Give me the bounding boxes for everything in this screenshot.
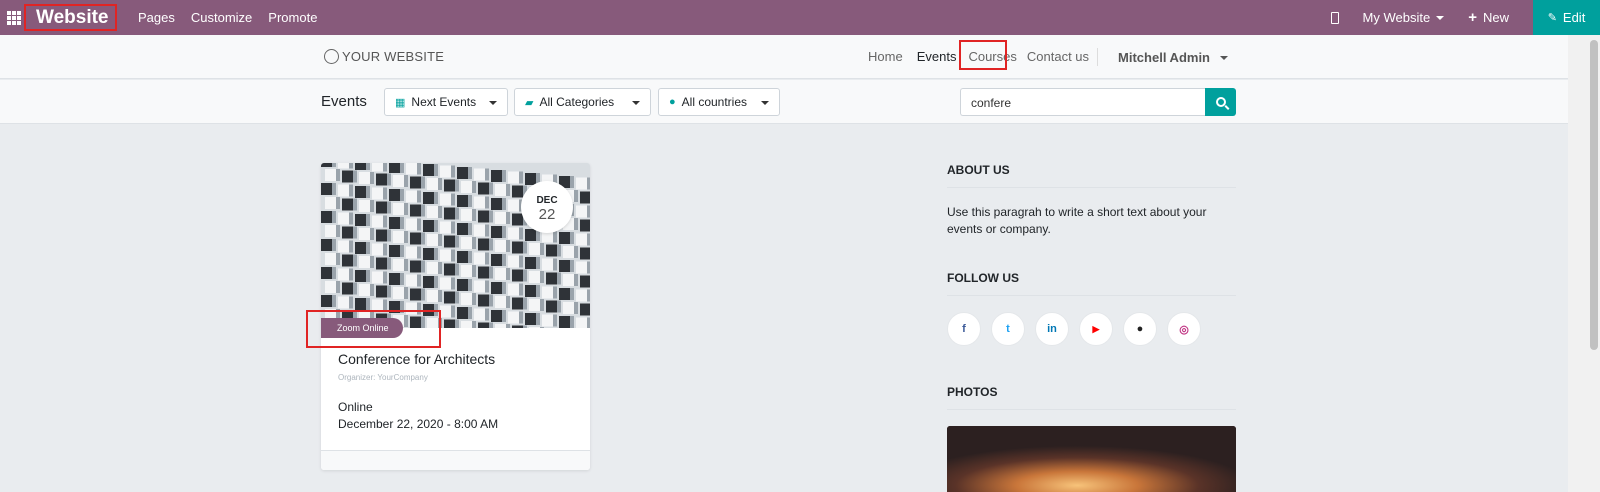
event-cover-image: DEC 22 (321, 163, 590, 328)
admin-topbar: Website Pages Customize Promote My Websi… (0, 0, 1600, 35)
social-links: f t in ▶ ● ◎ (947, 312, 1211, 346)
edit-label: Edit (1562, 10, 1586, 25)
nav-contact[interactable]: Contact us (1027, 49, 1089, 66)
event-month: DEC (536, 195, 558, 206)
logo-text: YOUR WEBSITE (342, 49, 445, 64)
user-name: Mitchell Admin (1118, 50, 1210, 65)
highlight-box-tag (306, 310, 441, 348)
youtube-icon[interactable]: ▶ (1079, 312, 1113, 346)
event-card-footer (321, 450, 590, 470)
next-events-dropdown[interactable]: ▦ Next Events (384, 88, 508, 116)
photos-heading: PHOTOS (947, 385, 1236, 410)
chevron-down-icon (632, 101, 640, 105)
chevron-down-icon (489, 101, 497, 105)
twitter-icon[interactable]: t (991, 312, 1025, 346)
menu-promote[interactable]: Promote (268, 10, 317, 25)
photos-section: PHOTOS (947, 385, 1236, 410)
menu-pages[interactable]: Pages (138, 10, 175, 25)
events-heading: Events (321, 93, 367, 110)
folder-icon: ▰ (525, 96, 534, 109)
globe-icon (324, 49, 339, 64)
follow-section: FOLLOW US (947, 271, 1236, 296)
pencil-icon: ✎ (1547, 12, 1557, 24)
nav-events[interactable]: Events (917, 49, 957, 66)
nav-home[interactable]: Home (868, 49, 903, 66)
events-filter-bar: Events ▦ Next Events ▰ All Categories ● … (0, 80, 1568, 124)
site-navbar: YOUR WEBSITE Home Events Courses Contact… (0, 35, 1568, 79)
about-section: ABOUT US (947, 163, 1236, 188)
chevron-down-icon (1436, 15, 1445, 20)
chevron-down-icon (761, 101, 769, 105)
countries-label: All countries (681, 95, 748, 109)
event-location: Online (338, 400, 373, 414)
event-datetime: December 22, 2020 - 8:00 AM (338, 417, 499, 431)
fire-photo-image (947, 426, 1236, 492)
search-button[interactable] (1205, 88, 1236, 116)
event-title[interactable]: Conference for Architects (338, 351, 495, 367)
highlight-box-events (959, 40, 1007, 70)
plus-icon: + (1468, 9, 1477, 26)
about-heading: ABOUT US (947, 163, 1236, 188)
menu-customize[interactable]: Customize (191, 10, 252, 25)
new-label: New (1482, 10, 1509, 25)
github-icon[interactable]: ● (1123, 312, 1157, 346)
my-website-dropdown[interactable]: My Website (1363, 10, 1445, 25)
linkedin-icon[interactable]: in (1035, 312, 1069, 346)
categories-dropdown[interactable]: ▰ All Categories (514, 88, 651, 116)
categories-label: All Categories (539, 95, 615, 109)
mobile-preview-button[interactable] (1330, 11, 1339, 24)
mobile-icon (1330, 11, 1339, 24)
chevron-down-icon (1220, 55, 1228, 60)
scrollbar-thumb[interactable] (1590, 40, 1598, 350)
event-organizer: Organizer: YourCompany (338, 373, 428, 382)
follow-heading: FOLLOW US (947, 271, 1236, 296)
my-website-label: My Website (1362, 10, 1431, 25)
map-marker-icon: ● (669, 96, 676, 108)
countries-dropdown[interactable]: ● All countries (658, 88, 780, 116)
calendar-icon: ▦ (395, 96, 406, 109)
search-icon (1215, 97, 1226, 107)
user-menu[interactable]: Mitchell Admin (1108, 49, 1228, 66)
new-button[interactable]: + New (1468, 9, 1509, 26)
edit-button[interactable]: ✎ Edit (1533, 0, 1600, 35)
facebook-icon[interactable]: f (947, 312, 981, 346)
about-text: Use this paragrah to write a short text … (947, 205, 1207, 236)
site-logo[interactable]: YOUR WEBSITE (324, 49, 444, 64)
nav-divider (1097, 48, 1099, 66)
search-input[interactable]: confere (960, 88, 1205, 116)
next-events-label: Next Events (411, 95, 477, 109)
instagram-icon[interactable]: ◎ (1167, 312, 1201, 346)
event-day: 22 (538, 206, 556, 223)
photo-thumbnail[interactable] (947, 426, 1236, 492)
event-date-badge: DEC 22 (521, 181, 573, 233)
highlight-box-website (24, 4, 117, 31)
